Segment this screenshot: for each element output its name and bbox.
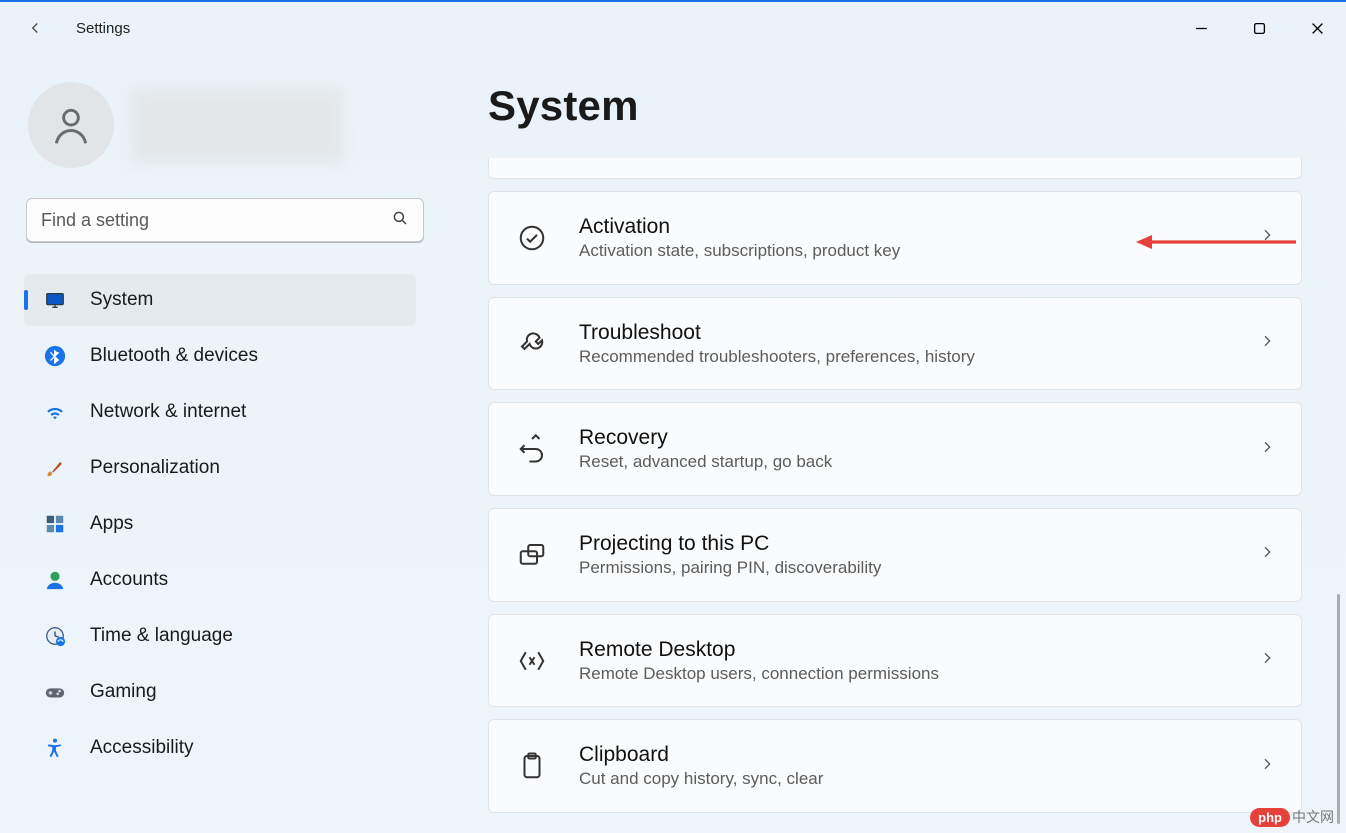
card-desc: Activation state, subscriptions, product… bbox=[579, 241, 1229, 261]
monitor-icon bbox=[42, 287, 68, 313]
bluetooth-icon bbox=[42, 343, 68, 369]
brush-icon bbox=[42, 455, 68, 481]
minimize-button[interactable] bbox=[1172, 8, 1230, 48]
chevron-right-icon bbox=[1259, 333, 1275, 354]
settings-card-partial-top[interactable] bbox=[488, 158, 1302, 179]
arrow-left-icon bbox=[26, 19, 44, 37]
sidebar-item-gaming[interactable]: Gaming bbox=[24, 666, 416, 718]
recovery-icon bbox=[515, 432, 549, 466]
sidebar-item-system[interactable]: System bbox=[24, 274, 416, 326]
settings-list[interactable]: Activation Activation state, subscriptio… bbox=[488, 158, 1306, 833]
accounts-icon bbox=[42, 567, 68, 593]
sidebar-item-label: Personalization bbox=[90, 457, 220, 479]
chevron-right-icon bbox=[1259, 544, 1275, 565]
back-button[interactable] bbox=[18, 11, 52, 45]
chevron-right-icon bbox=[1259, 439, 1275, 460]
projecting-icon bbox=[515, 538, 549, 572]
chevron-right-icon bbox=[1259, 650, 1275, 671]
watermark-text: 中文网 bbox=[1292, 807, 1334, 827]
gaming-icon bbox=[42, 679, 68, 705]
card-desc: Cut and copy history, sync, clear bbox=[579, 769, 1229, 789]
card-desc: Reset, advanced startup, go back bbox=[579, 452, 1229, 472]
close-icon bbox=[1311, 22, 1324, 35]
sidebar-item-label: System bbox=[90, 289, 153, 311]
card-title: Remote Desktop bbox=[579, 638, 1229, 662]
sidebar-item-time-language[interactable]: Time & language bbox=[24, 610, 416, 662]
sidebar-item-label: Accounts bbox=[90, 569, 168, 591]
accessibility-icon bbox=[42, 735, 68, 761]
close-button[interactable] bbox=[1288, 8, 1346, 48]
sidebar: System Bluetooth & devices Network & int… bbox=[0, 54, 428, 833]
page-heading: System bbox=[488, 82, 1306, 130]
watermark-badge: php bbox=[1250, 808, 1290, 827]
sidebar-item-label: Network & internet bbox=[90, 401, 246, 423]
sidebar-item-label: Apps bbox=[90, 513, 133, 535]
scroll-indicator[interactable] bbox=[1337, 594, 1340, 824]
sidebar-item-personalization[interactable]: Personalization bbox=[24, 442, 416, 494]
sidebar-item-bluetooth[interactable]: Bluetooth & devices bbox=[24, 330, 416, 382]
card-title: Projecting to this PC bbox=[579, 532, 1229, 556]
card-title: Recovery bbox=[579, 426, 1229, 450]
card-title: Troubleshoot bbox=[579, 321, 1229, 345]
settings-window: Settings bbox=[0, 0, 1346, 833]
card-title: Activation bbox=[579, 215, 1229, 239]
sidebar-item-label: Gaming bbox=[90, 681, 157, 703]
time-icon bbox=[42, 623, 68, 649]
person-icon bbox=[49, 103, 93, 147]
watermark: php 中文网 bbox=[1250, 807, 1334, 827]
sidebar-item-label: Time & language bbox=[90, 625, 233, 647]
sidebar-item-network[interactable]: Network & internet bbox=[24, 386, 416, 438]
wifi-icon bbox=[42, 399, 68, 425]
card-desc: Recommended troubleshooters, preferences… bbox=[579, 347, 1229, 367]
remote-desktop-icon bbox=[515, 644, 549, 678]
apps-icon bbox=[42, 511, 68, 537]
title-bar: Settings bbox=[0, 2, 1346, 54]
settings-card-clipboard[interactable]: Clipboard Cut and copy history, sync, cl… bbox=[488, 719, 1302, 813]
profile-block[interactable] bbox=[0, 64, 428, 198]
card-desc: Permissions, pairing PIN, discoverabilit… bbox=[579, 558, 1229, 578]
maximize-button[interactable] bbox=[1230, 8, 1288, 48]
profile-redacted bbox=[132, 88, 342, 162]
settings-card-remote-desktop[interactable]: Remote Desktop Remote Desktop users, con… bbox=[488, 614, 1302, 708]
clipboard-icon bbox=[515, 749, 549, 783]
main-pane: System Activation Activation state, subs… bbox=[428, 54, 1346, 833]
card-desc: Remote Desktop users, connection permiss… bbox=[579, 664, 1229, 684]
nav-list: System Bluetooth & devices Network & int… bbox=[0, 274, 428, 774]
settings-card-troubleshoot[interactable]: Troubleshoot Recommended troubleshooters… bbox=[488, 297, 1302, 391]
sidebar-item-label: Bluetooth & devices bbox=[90, 345, 258, 367]
sidebar-item-accounts[interactable]: Accounts bbox=[24, 554, 416, 606]
check-circle-icon bbox=[515, 221, 549, 255]
card-title: Clipboard bbox=[579, 743, 1229, 767]
search-input[interactable] bbox=[41, 210, 379, 231]
settings-card-projecting[interactable]: Projecting to this PC Permissions, pairi… bbox=[488, 508, 1302, 602]
settings-card-recovery[interactable]: Recovery Reset, advanced startup, go bac… bbox=[488, 402, 1302, 496]
settings-card-activation[interactable]: Activation Activation state, subscriptio… bbox=[488, 191, 1302, 285]
minimize-icon bbox=[1195, 22, 1208, 35]
chevron-right-icon bbox=[1259, 756, 1275, 777]
avatar bbox=[28, 82, 114, 168]
chevron-right-icon bbox=[1259, 227, 1275, 248]
wrench-icon bbox=[515, 327, 549, 361]
search-icon bbox=[391, 209, 409, 232]
maximize-icon bbox=[1253, 22, 1266, 35]
app-title: Settings bbox=[76, 20, 130, 37]
window-controls bbox=[1172, 8, 1346, 48]
search-box[interactable] bbox=[26, 198, 424, 242]
sidebar-item-label: Accessibility bbox=[90, 737, 193, 759]
sidebar-item-accessibility[interactable]: Accessibility bbox=[24, 722, 416, 774]
sidebar-item-apps[interactable]: Apps bbox=[24, 498, 416, 550]
